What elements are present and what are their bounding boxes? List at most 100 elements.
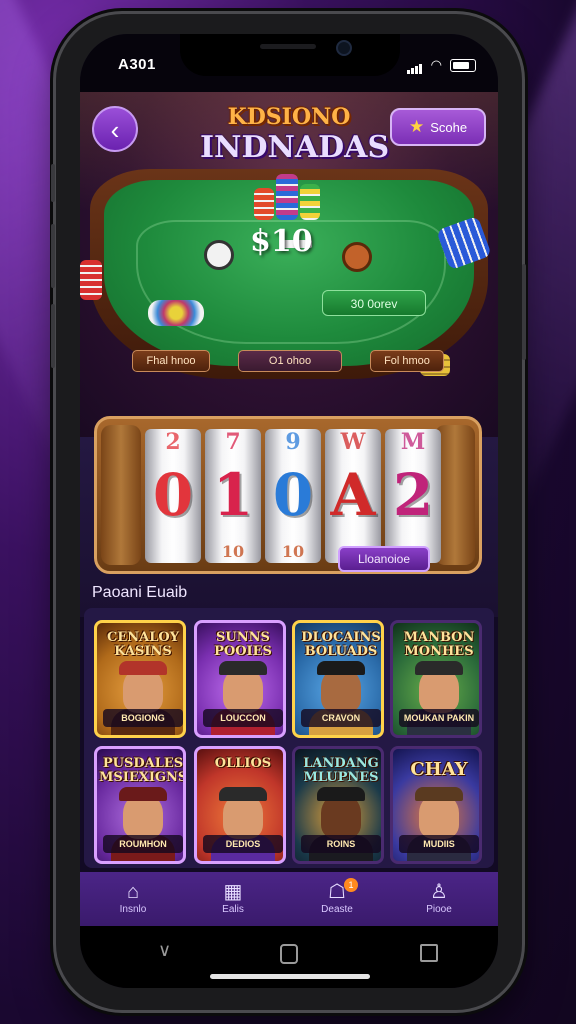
reel-symbol-top: W bbox=[340, 429, 366, 455]
nav-label: Insnlo bbox=[119, 904, 147, 915]
app-logo: KDSIONO INDNADAS bbox=[200, 104, 390, 165]
front-camera-icon bbox=[336, 40, 352, 56]
slot-spin-button[interactable]: Lloanoioe bbox=[338, 546, 430, 572]
back-button[interactable]: ‹ bbox=[92, 106, 138, 152]
reel-symbol-top: 9 bbox=[285, 429, 301, 455]
slot-frame-left bbox=[101, 425, 141, 565]
game-label: ROUMHON bbox=[103, 835, 183, 853]
reel-symbol-bottom: 10 bbox=[281, 542, 305, 561]
reel-symbol-main: 2 bbox=[392, 461, 434, 529]
game-card[interactable]: CHAY MUDIIS bbox=[390, 746, 482, 864]
game-card[interactable]: SUNNS POOIES LOUCCON bbox=[194, 620, 286, 738]
game-card[interactable]: PUSDALES MSIEXIGNS ROUMHON bbox=[94, 746, 186, 864]
nav-label: Deaste bbox=[321, 904, 353, 915]
game-card[interactable]: CENALOY KASINS BOGIONG bbox=[94, 620, 186, 738]
nav-item-home[interactable]: ⌂ Insnlo bbox=[98, 880, 168, 915]
score-button-label: Scohe bbox=[430, 119, 468, 135]
wifi-icon: ◠ bbox=[430, 57, 442, 72]
game-label: LOUCCON bbox=[203, 709, 283, 727]
chip-stack bbox=[80, 260, 102, 300]
side-button bbox=[51, 224, 55, 288]
game-title: MANBON MONHES bbox=[403, 630, 475, 659]
chevron-left-icon: ‹ bbox=[110, 115, 120, 145]
slot-reel: 2 0 bbox=[145, 429, 201, 563]
notification-badge: 1 bbox=[344, 878, 358, 892]
game-label: DEDIOS bbox=[203, 835, 283, 853]
slot-reel: W A bbox=[325, 429, 381, 563]
speaker-grille bbox=[260, 44, 316, 49]
nav-item-profile[interactable]: ♙ Piooe bbox=[404, 880, 474, 915]
cards-icon: ▦ bbox=[223, 881, 243, 903]
profile-icon: ♙ bbox=[430, 881, 448, 903]
reel-symbol-top: 2 bbox=[165, 429, 181, 455]
slot-frame-right bbox=[435, 425, 475, 565]
game-title: CENALOY KASINS bbox=[107, 630, 179, 659]
chip-stack bbox=[254, 188, 274, 220]
side-button bbox=[51, 304, 55, 368]
bet-label[interactable]: 30 0orev bbox=[322, 290, 426, 316]
game-character-hat bbox=[119, 661, 167, 675]
player-avatar-left bbox=[204, 240, 234, 270]
game-label: ROINS bbox=[301, 835, 381, 853]
reel-symbol-top: M bbox=[400, 429, 426, 455]
slot-reel: M 2 bbox=[385, 429, 441, 563]
nav-label: Ealis bbox=[222, 904, 244, 915]
game-character-hat bbox=[219, 787, 267, 801]
bottom-nav: ⌂ Insnlo ▦ Ealis ☖ 1 Deaste ♙ Piooe bbox=[80, 872, 498, 926]
chip-stack bbox=[276, 174, 298, 220]
battery-icon bbox=[450, 58, 476, 72]
system-navigation-bar: ∨ bbox=[80, 926, 498, 988]
logo-line-2: INDNADAS bbox=[200, 130, 390, 165]
nav-label: Piooe bbox=[426, 904, 452, 915]
nav-item-chat[interactable]: ☖ 1 Deaste bbox=[302, 878, 372, 915]
chip-stack bbox=[148, 300, 204, 326]
game-character-hat bbox=[219, 661, 267, 675]
slot-reel: 9 0 10 bbox=[265, 429, 321, 563]
star-icon: ★ bbox=[408, 117, 425, 136]
score-button[interactable]: ★ Scohe bbox=[390, 108, 486, 146]
chip-stack bbox=[300, 184, 320, 220]
game-title: SUNNS POOIES bbox=[214, 630, 272, 659]
reel-symbol-top: 7 bbox=[225, 429, 241, 455]
player-avatar-right bbox=[342, 242, 372, 272]
game-title: LANDANG MLUPNES bbox=[303, 756, 379, 785]
chat-icon: ☖ bbox=[328, 881, 346, 903]
reel-symbol-main: A bbox=[330, 461, 376, 529]
notch bbox=[180, 34, 400, 76]
reel-symbol-main: 1 bbox=[212, 461, 254, 529]
game-card[interactable]: MANBON MONHES MOUKAN PAKIN bbox=[390, 620, 482, 738]
seat-label: Fhal hnoo bbox=[132, 350, 210, 372]
game-character-hat bbox=[119, 787, 167, 801]
signal-icon bbox=[406, 56, 423, 74]
status-time: A301 bbox=[118, 56, 156, 73]
status-icons: ◠ bbox=[406, 56, 476, 74]
game-label: BOGIONG bbox=[103, 709, 183, 727]
reel-symbol-main: 0 bbox=[272, 461, 314, 529]
game-card[interactable]: LANDANG MLUPNES ROINS bbox=[292, 746, 384, 864]
home-icon: ⌂ bbox=[126, 881, 140, 903]
game-card[interactable]: DLOCAINS BOLUADS CRAVON bbox=[292, 620, 384, 738]
pot-amount: $10 bbox=[250, 224, 313, 259]
game-label: CRAVON bbox=[301, 709, 381, 727]
side-button bbox=[51, 164, 55, 202]
game-card[interactable]: OLLIOS DEDIOS bbox=[194, 746, 286, 864]
power-button bbox=[522, 264, 526, 360]
status-bar: A301 ◠ bbox=[80, 34, 498, 92]
home-button-icon[interactable] bbox=[280, 944, 298, 964]
nav-item-games[interactable]: ▦ Ealis bbox=[198, 880, 268, 915]
logo-line-1: KDSIONO bbox=[227, 104, 351, 130]
slot-reel: 7 1 10 bbox=[205, 429, 261, 563]
home-indicator[interactable] bbox=[210, 974, 370, 979]
game-title: PUSDALES MSIEXIGNS bbox=[99, 756, 186, 785]
back-icon[interactable]: ∨ bbox=[158, 940, 171, 961]
seat-label: O1 ohoo bbox=[238, 350, 342, 372]
game-character-hat bbox=[415, 661, 463, 675]
game-character-hat bbox=[415, 787, 463, 801]
reel-symbol-bottom: 10 bbox=[221, 542, 245, 561]
game-character-hat bbox=[317, 661, 365, 675]
game-title: OLLIOS bbox=[214, 756, 272, 771]
recents-icon[interactable] bbox=[420, 944, 438, 962]
game-title: CHAY bbox=[410, 759, 468, 780]
game-label: MOUKAN PAKIN bbox=[399, 709, 479, 727]
reel-symbol-main: 0 bbox=[152, 461, 194, 529]
